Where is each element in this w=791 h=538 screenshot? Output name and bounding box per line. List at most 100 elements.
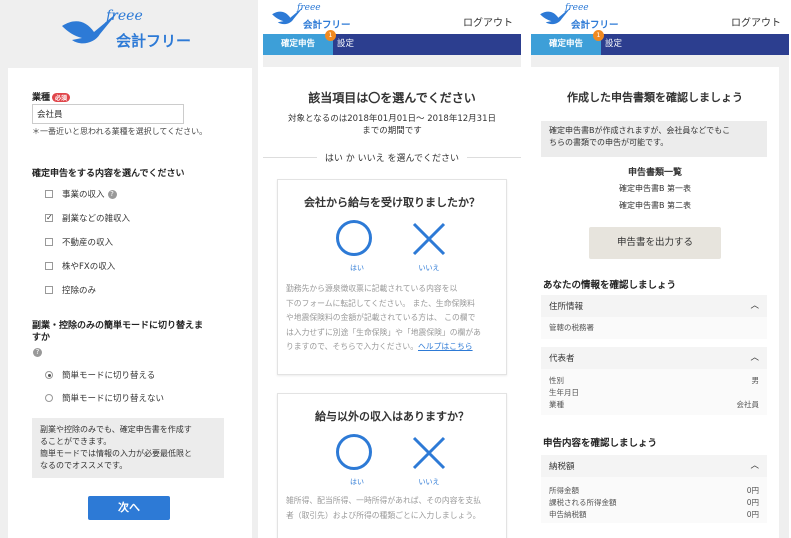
checkbox-label: 控除のみ — [62, 286, 97, 296]
questions-panel: freee 会計フリー ログアウト 確定申告 1 設定 該当項目は〇を選んでくだ… — [263, 0, 521, 538]
checkbox-label: 株やFXの収入 — [62, 262, 116, 272]
mode-title: 副業・控除のみの簡単モードに切り替えま すか — [32, 321, 204, 343]
product-name: 会計フリー — [116, 32, 192, 50]
nav-bar: 確定申告 1 設定 — [531, 30, 789, 55]
industry-note: ＊一番近いと思われる業種を選択してください。 — [32, 127, 208, 136]
help-link[interactable]: ヘルプはこちら — [418, 342, 473, 351]
checkbox-icon[interactable] — [45, 238, 53, 246]
tax-office-label: 管轄の税務署 — [549, 323, 594, 332]
address-section-body: 管轄の税務署 — [541, 317, 767, 339]
checkbox-business-income[interactable]: 事業の収入? — [45, 188, 117, 200]
address-section-header[interactable]: 住所情報 ︿ — [541, 295, 767, 317]
checkbox-icon[interactable] — [45, 286, 53, 294]
field-label: 業種 — [549, 400, 564, 409]
tab-settings[interactable]: 設定 — [605, 34, 622, 55]
app-header: freee 会計フリー ログアウト — [531, 0, 789, 34]
help-icon[interactable]: ? — [107, 189, 117, 199]
confirm-panel: freee 会計フリー ログアウト 確定申告 1 設定 作成した申告書類を確認し… — [531, 0, 789, 538]
doc-item: 確定申告書B 第二表 — [618, 201, 692, 210]
radio-icon[interactable] — [45, 394, 53, 402]
your-info-heading: あなたの情報を確認しましょう — [543, 280, 677, 291]
tab-tax-return[interactable]: 確定申告 — [263, 34, 333, 55]
chevron-up-icon[interactable]: ︿ — [750, 459, 759, 471]
question-other-income: 給与以外の収入はありますか？ — [315, 410, 469, 423]
setup-panel: freee 会計フリー 業種 必須 会社員 ＊一番近いと思われる業種を選択してくだ… — [0, 0, 258, 538]
representative-section-header[interactable]: 代表者 ︿ — [541, 347, 767, 369]
period-text: 対象となるのは2018年01月01日〜 2018年12月31日 までの期間です — [288, 114, 496, 136]
yes-label[interactable]: はい — [336, 263, 378, 273]
logout-link[interactable]: ログアウト — [731, 14, 781, 29]
questions-card: 該当項目は〇を選んでください 対象となるのは2018年01月01日〜 2018年… — [263, 67, 521, 538]
no-cross-icon[interactable] — [410, 220, 448, 258]
radio-selected-icon[interactable] — [45, 371, 53, 379]
freee-logo: freee 会計フリー — [0, 0, 258, 66]
question-salary: 会社から給与を受け取りましたか？ — [304, 196, 480, 209]
chevron-up-icon[interactable]: ︿ — [750, 351, 759, 363]
checkbox-icon[interactable] — [45, 190, 53, 198]
field-value: 0円 — [746, 486, 759, 495]
confirm-card: 作成した申告書類を確認しましょう 確定申告書Bが作成されますが、会社員などでもこ… — [531, 67, 779, 538]
checkbox-real-estate[interactable]: 不動産の収入 — [45, 236, 113, 248]
checkbox-stocks-fx[interactable]: 株やFXの収入 — [45, 260, 115, 272]
yes-circle-icon[interactable] — [336, 220, 372, 256]
industry-label: 業種 必須 — [32, 90, 71, 103]
checkbox-side-income[interactable]: ✓ 副業などの雑収入 — [45, 212, 130, 224]
radio-switch-simple[interactable]: 簡単モードに切り替える — [45, 369, 155, 381]
notification-badge: 1 — [593, 30, 604, 41]
industry-input[interactable]: 会社員 — [32, 104, 184, 124]
output-button[interactable]: 申告書を出力する — [589, 227, 721, 259]
field-label: 課税される所得金額 — [549, 498, 617, 507]
tax-amount-section-header[interactable]: 納税額 ︿ — [541, 455, 767, 477]
field-label: 生年月日 — [549, 388, 579, 397]
confirm-content-heading: 申告内容を確認しましょう — [543, 438, 658, 449]
no-label[interactable]: いいえ — [408, 263, 450, 273]
question-description: 勤務先から源泉徴収票に記載されている内容を以 下のフォームに転記してください。 ま… — [286, 284, 481, 351]
checkbox-label: 不動産の収入 — [62, 238, 114, 248]
docs-title: 申告書類一覧 — [627, 168, 682, 178]
field-label: 性別 — [549, 376, 564, 385]
yes-label[interactable]: はい — [336, 477, 378, 487]
page-title: 作成した申告書類を確認しましょう — [567, 91, 743, 104]
wordmark: freee — [565, 3, 589, 13]
question-card-salary: 会社から給与を受け取りましたか？ はい いいえ 勤務先から源泉徴収票に記載されて… — [277, 179, 507, 375]
next-button[interactable]: 次へ — [88, 496, 170, 520]
simple-mode-info: 副業や控除のみでも、確定申告書を作成す ることができます。 簡単モードでは情報の入力… — [32, 418, 224, 478]
field-value: 男 — [751, 376, 760, 385]
checkbox-deduction-only[interactable]: 控除のみ — [45, 284, 96, 296]
yes-circle-icon[interactable] — [336, 434, 372, 470]
form-notice: 確定申告書Bが作成されますが、会社員などでもこ ちらの書類での申告が可能です。 — [541, 121, 767, 157]
doc-item: 確定申告書B 第一表 — [618, 184, 692, 193]
no-label[interactable]: いいえ — [408, 477, 450, 487]
nav-bar: 確定申告 1 設定 — [263, 30, 521, 55]
notification-badge: 1 — [325, 30, 336, 41]
tax-amount-section-body: 所得金額 0円 課税される所得金額 0円 申告納税額 0円 — [541, 477, 767, 523]
logout-link[interactable]: ログアウト — [463, 14, 513, 29]
checkbox-label: 副業などの雑収入 — [62, 214, 131, 224]
radio-label: 簡単モードに切り替える — [62, 371, 156, 381]
checkbox-icon[interactable] — [45, 262, 53, 270]
app-header: freee 会計フリー ログアウト — [263, 0, 521, 34]
checkbox-checked-icon[interactable]: ✓ — [45, 214, 53, 222]
chevron-up-icon[interactable]: ︿ — [750, 299, 759, 311]
yes-no-heading: はい か いいえ を選んでください — [263, 151, 521, 164]
required-badge: 必須 — [52, 93, 71, 102]
tab-tax-return[interactable]: 確定申告 — [531, 34, 601, 55]
question-card-other-income: 給与以外の収入はありますか？ はい いいえ 雑所得、配当所得、一時所得があれば、… — [277, 393, 507, 538]
radio-no-switch[interactable]: 簡単モードに切り替えない — [45, 392, 164, 404]
field-value: 0円 — [746, 510, 759, 519]
wordmark: freee — [106, 8, 143, 24]
setup-card: 業種 必須 会社員 ＊一番近いと思われる業種を選択してください。 確定申告をする内… — [8, 68, 252, 538]
tab-settings[interactable]: 設定 — [337, 34, 354, 55]
product-name: 会計フリー — [303, 20, 351, 31]
field-label: 申告納税額 — [549, 510, 587, 519]
radio-label: 簡単モードに切り替えない — [62, 394, 165, 404]
content-title: 確定申告をする内容を選んでください — [32, 169, 185, 179]
no-cross-icon[interactable] — [410, 434, 448, 472]
page-title: 該当項目は〇を選んでください — [308, 91, 476, 105]
help-icon[interactable]: ? — [33, 348, 42, 357]
field-value: 0円 — [746, 498, 759, 507]
product-name: 会計フリー — [571, 20, 619, 31]
question-description: 雑所得、配当所得、一時所得があれば、その内容を支払 者（取引先）および所得の種類ご… — [286, 496, 481, 520]
representative-section-body: 性別 男 生年月日 業種 会社員 — [541, 369, 767, 415]
field-value: 会社員 — [736, 400, 760, 409]
